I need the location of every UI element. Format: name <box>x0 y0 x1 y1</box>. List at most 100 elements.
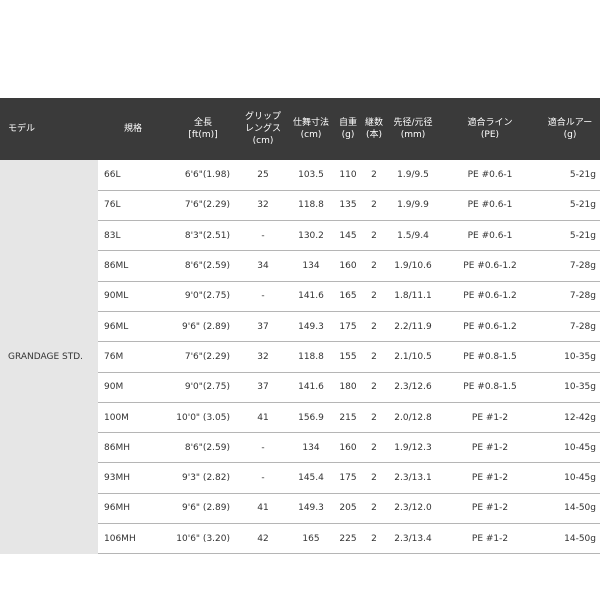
cell-grip: - <box>238 281 288 312</box>
cell-weight: 175 <box>334 311 362 343</box>
cell-closed: 156.9 <box>288 402 334 434</box>
header-row: モデル 規格 全長 [ft(m)] グリップ レングス (cm) 仕舞寸法 (cm) 自… <box>0 98 600 160</box>
model-name-cell: GRANDAGE STD. <box>0 160 98 554</box>
cell-spec: 76L <box>98 190 168 222</box>
cell-weight: 160 <box>334 432 362 464</box>
cell-diameter: 2.1/10.5 <box>386 341 440 373</box>
cell-pieces: 2 <box>362 462 386 494</box>
cell-lure: 12-42g <box>540 402 600 434</box>
cell-spec: 90ML <box>98 281 168 312</box>
cell-line: PE #0.6-1.2 <box>440 250 540 282</box>
cell-diameter: 2.3/12.6 <box>386 372 440 403</box>
cell-diameter: 2.3/13.1 <box>386 462 440 494</box>
cell-diameter: 1.9/9.9 <box>386 190 440 222</box>
cell-weight: 135 <box>334 190 362 222</box>
cell-spec: 96ML <box>98 311 168 343</box>
cell-closed: 103.5 <box>288 160 334 191</box>
cell-diameter: 2.3/13.4 <box>386 523 440 555</box>
cell-weight: 175 <box>334 462 362 494</box>
cell-line: PE #1-2 <box>440 523 540 555</box>
spec-table: モデル 規格 全長 [ft(m)] グリップ レングス (cm) 仕舞寸法 (cm) 自… <box>0 98 600 555</box>
cell-grip: 32 <box>238 341 288 373</box>
cell-diameter: 1.9/12.3 <box>386 432 440 464</box>
cell-weight: 145 <box>334 220 362 252</box>
cell-lure: 10-45g <box>540 432 600 464</box>
cell-weight: 225 <box>334 523 362 555</box>
cell-grip: - <box>238 432 288 464</box>
cell-weight: 180 <box>334 372 362 403</box>
cell-line: PE #0.6-1 <box>440 220 540 252</box>
cell-line: PE #1-2 <box>440 462 540 494</box>
cell-closed: 145.4 <box>288 462 334 494</box>
header-grip: グリップ レングス (cm) <box>244 112 281 146</box>
cell-grip: - <box>238 462 288 494</box>
cell-length: 7'6"(2.29) <box>168 190 238 222</box>
cell-closed: 141.6 <box>288 281 334 312</box>
cell-pieces: 2 <box>362 523 386 555</box>
cell-lure: 7-28g <box>540 311 600 343</box>
cell-closed: 134 <box>288 432 334 464</box>
cell-weight: 160 <box>334 250 362 282</box>
cell-length: 10'6" (3.20) <box>168 523 238 555</box>
cell-diameter: 1.8/11.1 <box>386 281 440 312</box>
cell-grip: 42 <box>238 523 288 555</box>
cell-length: 9'6" (2.89) <box>168 311 238 343</box>
cell-spec: 86MH <box>98 432 168 464</box>
cell-grip: 37 <box>238 311 288 343</box>
cell-lure: 10-35g <box>540 372 600 403</box>
cell-line: PE #0.6-1 <box>440 160 540 191</box>
header-model: モデル <box>8 124 36 134</box>
cell-closed: 141.6 <box>288 372 334 403</box>
cell-spec: 76M <box>98 341 168 373</box>
cell-length: 9'6" (2.89) <box>168 493 238 525</box>
cell-lure: 10-35g <box>540 341 600 373</box>
cell-closed: 118.8 <box>288 190 334 222</box>
cell-pieces: 2 <box>362 432 386 464</box>
cell-line: PE #0.6-1.2 <box>440 281 540 312</box>
cell-length: 10'0" (3.05) <box>168 402 238 434</box>
cell-grip: 32 <box>238 190 288 222</box>
cell-lure: 5-21g <box>540 220 600 252</box>
cell-length: 9'3" (2.82) <box>168 462 238 494</box>
cell-closed: 149.3 <box>288 493 334 525</box>
cell-line: PE #1-2 <box>440 402 540 434</box>
cell-line: PE #1-2 <box>440 432 540 464</box>
cell-pieces: 2 <box>362 372 386 403</box>
cell-lure: 7-28g <box>540 281 600 312</box>
cell-length: 9'0"(2.75) <box>168 281 238 312</box>
cell-grip: 25 <box>238 160 288 191</box>
cell-pieces: 2 <box>362 311 386 343</box>
cell-grip: 34 <box>238 250 288 282</box>
cell-lure: 5-21g <box>540 190 600 222</box>
cell-closed: 118.8 <box>288 341 334 373</box>
cell-spec: 86ML <box>98 250 168 282</box>
cell-diameter: 2.0/12.8 <box>386 402 440 434</box>
cell-weight: 155 <box>334 341 362 373</box>
cell-lure: 7-28g <box>540 250 600 282</box>
cell-pieces: 2 <box>362 493 386 525</box>
cell-lure: 14-50g <box>540 493 600 525</box>
cell-spec: 90M <box>98 372 168 403</box>
cell-line: PE #0.8-1.5 <box>440 372 540 403</box>
cell-spec: 66L <box>98 160 168 191</box>
header-line: 適合ライン (PE) <box>467 118 513 140</box>
header-pieces: 継数 (本) <box>364 118 383 140</box>
cell-pieces: 2 <box>362 190 386 222</box>
cell-lure: 14-50g <box>540 523 600 555</box>
cell-line: PE #0.8-1.5 <box>440 341 540 373</box>
cell-lure: 10-45g <box>540 462 600 494</box>
cell-diameter: 1.9/9.5 <box>386 160 440 191</box>
cell-diameter: 1.5/9.4 <box>386 220 440 252</box>
cell-length: 7'6"(2.29) <box>168 341 238 373</box>
cell-pieces: 2 <box>362 281 386 312</box>
header-length: 全長 [ft(m)] <box>188 118 218 140</box>
cell-weight: 215 <box>334 402 362 434</box>
cell-spec: 96MH <box>98 493 168 525</box>
header-spec: 規格 <box>123 124 142 134</box>
cell-pieces: 2 <box>362 160 386 191</box>
cell-length: 6'6"(1.98) <box>168 160 238 191</box>
cell-closed: 149.3 <box>288 311 334 343</box>
cell-pieces: 2 <box>362 402 386 434</box>
cell-grip: 37 <box>238 372 288 403</box>
cell-lure: 5-21g <box>540 160 600 191</box>
